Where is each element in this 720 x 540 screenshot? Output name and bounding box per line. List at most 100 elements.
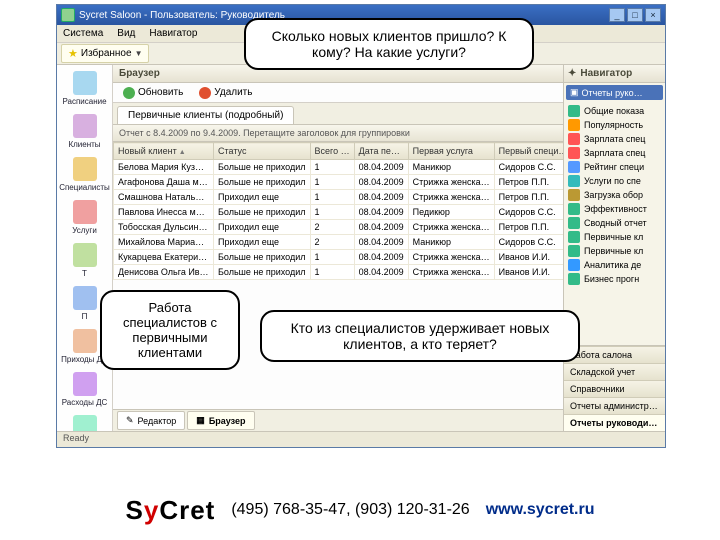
grid-group-hint: Отчет с 8.4.2009 по 9.4.2009. Перетащите… [113,125,563,142]
cell: 08.04.2009 [354,175,408,190]
cell: Больше не приходил [214,175,311,190]
cell: Стрижка женска… [408,175,494,190]
delete-icon [199,87,211,99]
cell: 08.04.2009 [354,160,408,175]
section-refs[interactable]: Справочники [564,380,665,397]
expense-icon [73,372,97,396]
footer-url[interactable]: www.sycret.ru [486,501,595,519]
tab-editor[interactable]: ✎Редактор [117,411,185,430]
report-item[interactable]: Загрузка обор [564,188,665,202]
menu-system[interactable]: Система [63,28,103,39]
cell: Больше не приходил [214,250,311,265]
nav-clients[interactable]: Клиенты [59,112,111,153]
cell: Петров П.П. [494,190,563,205]
table-row[interactable]: Белова Мария Кузминична м…Больше не прих… [114,160,564,175]
col-date[interactable]: Дата пе… [354,143,408,160]
callout-left: Работа специалистов с первичными клиента… [100,290,240,370]
table-row[interactable]: Павлова Инесса моб. дом.Больше не приход… [114,205,564,220]
report-item[interactable]: Зарплата спец [564,132,665,146]
table-row[interactable]: Тобосская Дульсинея моб. …Приходил еще20… [114,220,564,235]
report-list: Общие показаПопулярностьЗарплата спецЗар… [564,102,665,345]
app-window: Sycret Saloon - Пользователь: Руководите… [56,4,666,448]
report-item[interactable]: Бизнес прогн [564,272,665,286]
report-item[interactable]: Зарплата спец [564,146,665,160]
footer: SyCret (495) 768-35-47, (903) 120-31-26 … [0,480,720,540]
col-service[interactable]: Первая услуга [408,143,494,160]
delete-button[interactable]: Удалить [195,85,256,101]
statusbar: Ready [57,431,665,447]
cell: Педикюр [408,205,494,220]
specialists-icon [73,157,97,181]
report-item[interactable]: Эффективност [564,202,665,216]
report-item[interactable]: Сводный отчет [564,216,665,230]
cell: 08.04.2009 [354,265,408,280]
cell: 08.04.2009 [354,205,408,220]
report-item[interactable]: Услуги по спе [564,174,665,188]
doc-icon [73,286,97,310]
refresh-button[interactable]: Обновить [119,85,187,101]
tab-browser[interactable]: ▦Браузер [187,411,254,430]
menu-view[interactable]: Вид [117,28,135,39]
right-sections: Работа салона Складской учет Справочники… [564,345,665,431]
section-admin-reports[interactable]: Отчеты администр… [564,397,665,414]
active-report-group[interactable]: ▣Отчеты руко… [566,85,663,100]
table-row[interactable]: Денисова Ольга Ивановна м…Больше не прих… [114,265,564,280]
book-icon [73,243,97,267]
report-icon [568,105,580,117]
cell: 1 [310,160,354,175]
nav-schedule[interactable]: Расписание [59,69,111,110]
report-icon [568,133,580,145]
income-icon [73,329,97,353]
report-item[interactable]: Рейтинг специ [564,160,665,174]
cell: Больше не приходил [214,160,311,175]
nav-services[interactable]: Услуги [59,198,111,239]
minimize-button[interactable]: _ [609,8,625,22]
cell: 08.04.2009 [354,250,408,265]
cell: Павлова Инесса моб. дом. [114,205,214,220]
folder-icon: ▣ [570,87,579,98]
right-panel: ✦Навигатор ▣Отчеты руко… Общие показаПоп… [563,65,665,431]
app-icon [61,8,75,22]
cell: 1 [310,265,354,280]
cell: Больше не приходил [214,205,311,220]
table-row[interactable]: Смашнова Наталья Алексан…Приходил еще108… [114,190,564,205]
report-item[interactable]: Первичные кл [564,244,665,258]
close-button[interactable]: × [645,8,661,22]
maximize-button[interactable]: □ [627,8,643,22]
report-item[interactable]: Аналитика де [564,258,665,272]
col-total[interactable]: Всего … [310,143,354,160]
col-specialist[interactable]: Первый специ… [494,143,563,160]
report-icon [568,231,580,243]
menu-navigator[interactable]: Навигатор [149,28,197,39]
table-row[interactable]: Михайлова Марианна Дмитр…Приходил еще208… [114,235,564,250]
cell: Михайлова Марианна Дмитр… [114,235,214,250]
cell: Маникюр [408,160,494,175]
section-manager-reports[interactable]: Отчеты руководите… [564,414,665,431]
cell: Маникюр [408,235,494,250]
col-status[interactable]: Статус [214,143,311,160]
grid-header-row: Новый клиент▲ Статус Всего … Дата пе… Пе… [114,143,564,160]
logo: SyCret [126,495,216,526]
section-stock[interactable]: Складской учет [564,363,665,380]
cell: Агафонова Даша моб. 8-903… [114,175,214,190]
clients-icon [73,114,97,138]
calendar-icon [73,71,97,95]
compass-icon: ✦ [568,68,576,79]
cell: Сидоров С.С. [494,235,563,250]
report-item[interactable]: Популярность [564,118,665,132]
col-client[interactable]: Новый клиент▲ [114,143,214,160]
tab-primary-clients[interactable]: Первичные клиенты (подробный) [117,106,294,124]
favorites-button[interactable]: ★ Избранное ▼ [61,44,149,63]
nav-item-t[interactable]: Т [59,241,111,282]
report-item[interactable]: Первичные кл [564,230,665,244]
report-item[interactable]: Общие показа [564,104,665,118]
cell: Иванов И.И. [494,265,563,280]
nav-specialists[interactable]: Специалисты [59,155,111,196]
cell: Петров П.П. [494,175,563,190]
table-row[interactable]: Кукарцева Екатерина моб. …Больше не прих… [114,250,564,265]
cell: Белова Мария Кузминична м… [114,160,214,175]
cell: Кукарцева Екатерина моб. … [114,250,214,265]
table-row[interactable]: Агафонова Даша моб. 8-903…Больше не прих… [114,175,564,190]
report-icon [568,175,580,187]
nav-expense[interactable]: Расходы ДС [59,370,111,411]
